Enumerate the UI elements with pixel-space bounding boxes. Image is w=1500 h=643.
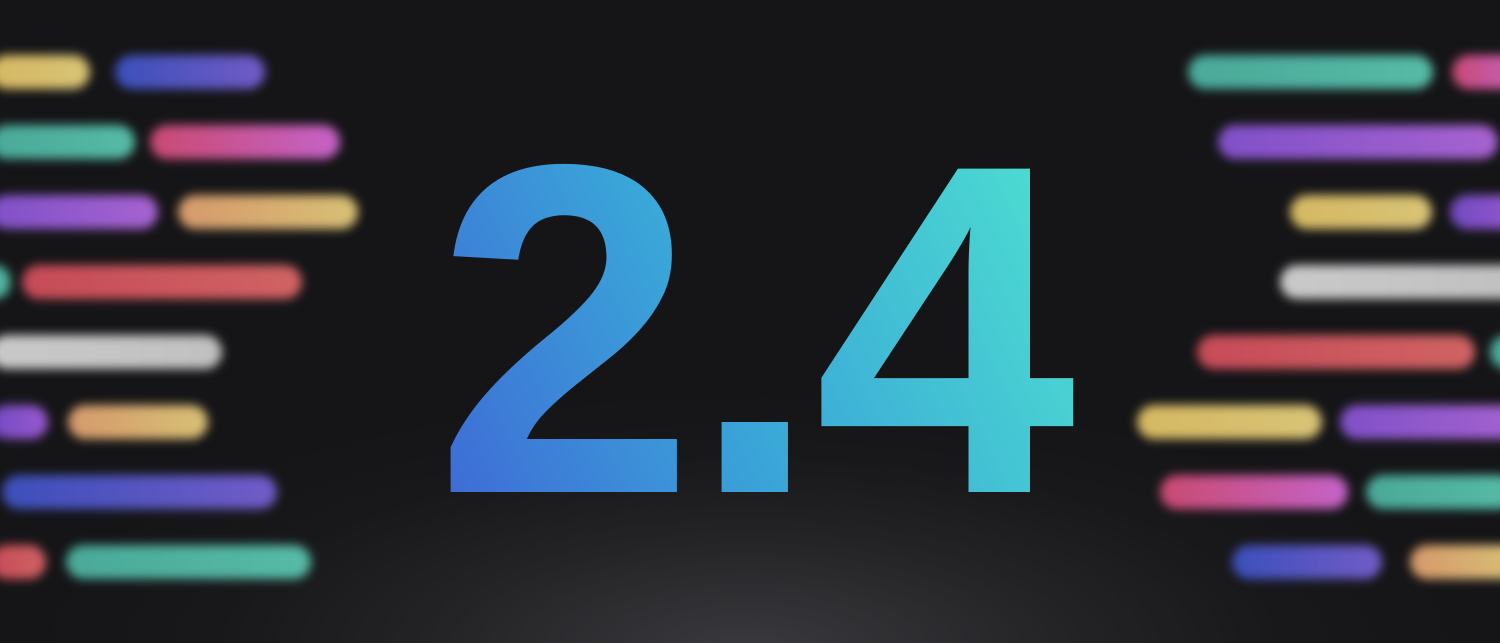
version-label: 2.4: [434, 67, 1078, 592]
version-number: 2.4: [434, 67, 1084, 592]
release-banner: 2.4: [0, 0, 1500, 643]
